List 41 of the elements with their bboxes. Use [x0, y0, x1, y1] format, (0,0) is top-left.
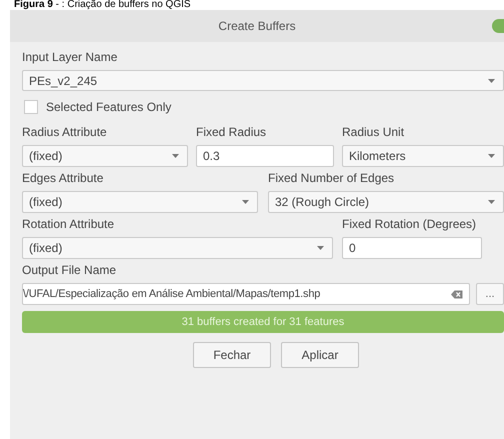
- status-bar: 31 buffers created for 31 features: [22, 311, 504, 333]
- caret-icon: [172, 154, 179, 158]
- dialog-button[interactable]: Aplicar: [281, 342, 359, 368]
- field-label: Fixed Radius: [196, 124, 268, 141]
- field-label: Input Layer Name: [22, 49, 118, 66]
- input-field[interactable]: 0: [342, 237, 482, 259]
- dropdown[interactable]: 32 (Rough Circle): [268, 191, 504, 213]
- close-button[interactable]: [492, 19, 504, 33]
- dropdown-value: (fixed): [28, 240, 62, 257]
- caret-icon: [242, 200, 249, 204]
- field-label: Rotation Attribute: [22, 216, 116, 233]
- window-title: Create Buffers: [218, 18, 296, 35]
- browse-button[interactable]: ...: [476, 283, 504, 305]
- dropdown[interactable]: (fixed): [22, 237, 333, 259]
- field-label: Radius Unit: [342, 124, 406, 141]
- dropdown-value: (fixed): [28, 194, 62, 211]
- field-label: Fixed Rotation (Degrees): [342, 216, 478, 233]
- field-label: Output File Name: [22, 262, 118, 279]
- dropdown[interactable]: (fixed): [22, 145, 188, 167]
- field-label: Fixed Number of Edges: [268, 170, 396, 187]
- dialog-button[interactable]: Fechar: [193, 342, 271, 368]
- checkbox[interactable]: [24, 100, 38, 114]
- caption: Figura 9 - : Criação de buffers no QGIS: [13, 0, 192, 10]
- caret-icon: [488, 78, 495, 82]
- dropdown[interactable]: (fixed): [22, 191, 258, 213]
- dropdown[interactable]: PEs_v2_245: [22, 70, 504, 91]
- input-field[interactable]: 0.3: [196, 145, 334, 167]
- caret-icon: [488, 200, 495, 204]
- caret-icon: [488, 154, 495, 158]
- dropdown-value: Kilometers: [348, 148, 406, 165]
- checkbox-label: Selected Features Only: [46, 99, 172, 116]
- dropdown-value: (fixed): [28, 148, 62, 165]
- dropdown-value: 32 (Rough Circle): [274, 194, 370, 211]
- input-field[interactable]: \/UFAL/Especialização em Análise Ambiental/Mapas/temp1.shp: [22, 283, 470, 305]
- caret-icon: [317, 246, 324, 250]
- field-label: Radius Attribute: [22, 124, 108, 141]
- clear-icon[interactable]: [451, 290, 463, 298]
- input-value: \/UFAL/Especialização em Análise Ambiental/Mapas/temp1.shp: [23, 286, 320, 302]
- dropdown-value: PEs_v2_245: [28, 72, 98, 90]
- dropdown[interactable]: Kilometers: [342, 145, 504, 167]
- field-label: Edges Attribute: [22, 170, 104, 187]
